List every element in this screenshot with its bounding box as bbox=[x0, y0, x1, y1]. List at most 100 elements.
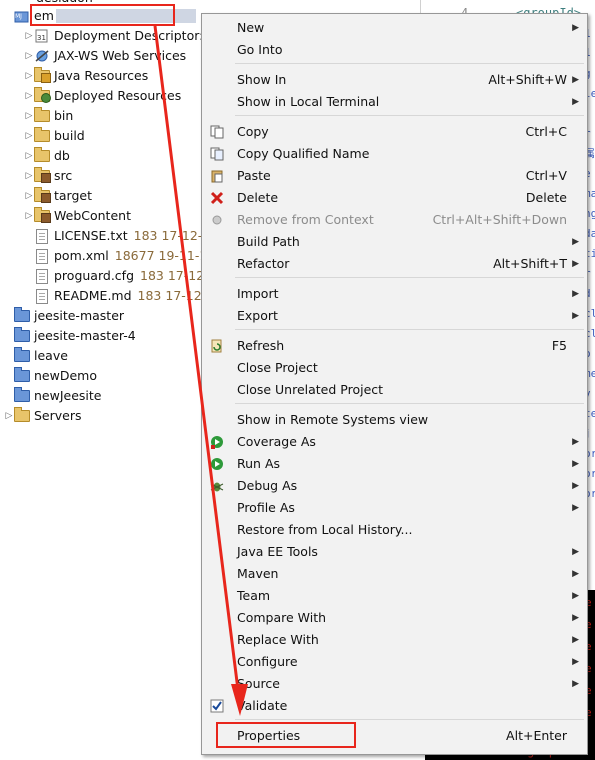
menu-item-replace-with[interactable]: Replace With ▶ bbox=[202, 629, 587, 651]
project-folder-icon bbox=[14, 327, 30, 343]
tree-item-label: bin bbox=[54, 108, 74, 123]
submenu-arrow-icon: ▶ bbox=[572, 481, 579, 491]
tree-item-label: db bbox=[54, 148, 70, 163]
tree-item[interactable]: ▷ db bbox=[24, 146, 70, 166]
svg-text:MJ: MJ bbox=[15, 13, 22, 20]
menu-item-compare-with[interactable]: Compare With ▶ bbox=[202, 607, 587, 629]
menu-item-show-in-local-terminal[interactable]: Show in Local Terminal ▶ bbox=[202, 91, 587, 113]
tree-item-servers[interactable]: ▷ Servers bbox=[4, 406, 82, 426]
menu-separator bbox=[235, 329, 584, 330]
paste-icon bbox=[209, 168, 225, 184]
menu-item-label: Restore from Local History... bbox=[237, 522, 413, 537]
menu-item-show-in-remote-systems-view[interactable]: Show in Remote Systems view bbox=[202, 409, 587, 431]
submenu-arrow-icon: ▶ bbox=[572, 437, 579, 447]
menu-item-import[interactable]: Import ▶ bbox=[202, 283, 587, 305]
expand-arrow-icon[interactable]: ▷ bbox=[24, 46, 34, 66]
submenu-arrow-icon: ▶ bbox=[572, 97, 579, 107]
tree-item[interactable]: ▷ bin bbox=[24, 106, 73, 126]
tree-item[interactable]: ▷ WebContent bbox=[24, 206, 131, 226]
menu-separator bbox=[235, 63, 584, 64]
expand-arrow-icon[interactable]: ▷ bbox=[24, 26, 34, 46]
tree-item-label: WebContent bbox=[54, 208, 131, 223]
menu-item-label: Import bbox=[237, 286, 279, 301]
menu-item-build-path[interactable]: Build Path ▶ bbox=[202, 231, 587, 253]
project-label: jeesite-master-4 bbox=[34, 328, 136, 343]
menu-item-label: Remove from Context bbox=[237, 212, 374, 227]
svg-text:31: 31 bbox=[37, 34, 46, 42]
menu-item-run-as[interactable]: Run As ▶ bbox=[202, 453, 587, 475]
submenu-arrow-icon: ▶ bbox=[572, 237, 579, 247]
menu-item-coverage-as[interactable]: Coverage As ▶ bbox=[202, 431, 587, 453]
menu-item-team[interactable]: Team ▶ bbox=[202, 585, 587, 607]
menu-item-label: Run As bbox=[237, 456, 281, 471]
menu-item-export[interactable]: Export ▶ bbox=[202, 305, 587, 327]
menu-item-label: Team bbox=[237, 588, 271, 603]
menu-item-label: Show in Remote Systems view bbox=[237, 412, 429, 427]
expand-arrow-icon[interactable]: ▷ bbox=[24, 166, 34, 186]
tree-item-project[interactable]: leave bbox=[14, 346, 68, 366]
menu-item-copy[interactable]: Copy Ctrl+C bbox=[202, 121, 587, 143]
menu-item-delete[interactable]: Delete Delete bbox=[202, 187, 587, 209]
tree-item-project[interactable]: jeesite-master-4 bbox=[14, 326, 136, 346]
expand-arrow-icon[interactable]: ▷ bbox=[24, 206, 34, 226]
folder-icon bbox=[34, 127, 50, 143]
debug-icon bbox=[209, 478, 225, 494]
menu-item-label: Java EE Tools bbox=[237, 544, 318, 559]
menu-item-close-unrelated-project[interactable]: Close Unrelated Project bbox=[202, 379, 587, 401]
menu-item-close-project[interactable]: Close Project bbox=[202, 357, 587, 379]
coverage-icon bbox=[209, 434, 225, 450]
menu-item-label: Go Into bbox=[237, 42, 283, 57]
expand-arrow-icon[interactable]: ▷ bbox=[24, 86, 34, 106]
menu-item-restore-from-local-history[interactable]: Restore from Local History... bbox=[202, 519, 587, 541]
project-folder-icon bbox=[14, 347, 30, 363]
menu-item-show-in[interactable]: Show In Alt+Shift+W ▶ bbox=[202, 69, 587, 91]
tree-item[interactable]: ▷ Java Resources bbox=[24, 66, 148, 86]
check-icon bbox=[209, 698, 225, 714]
tree-item-project[interactable]: newDemo bbox=[14, 366, 97, 386]
tree-item-project[interactable]: newJeesite bbox=[14, 386, 101, 406]
tree-item-project[interactable]: jeesite-master bbox=[14, 306, 124, 326]
tree-item[interactable]: proguard.cfg 183 17-12- bbox=[24, 266, 209, 286]
file-icon bbox=[34, 268, 50, 284]
menu-item-debug-as[interactable]: Debug As ▶ bbox=[202, 475, 587, 497]
servers-label: Servers bbox=[34, 408, 82, 423]
menu-item-label: Delete bbox=[237, 190, 279, 205]
menu-item-configure[interactable]: Configure ▶ bbox=[202, 651, 587, 673]
expand-arrow-icon[interactable]: ▷ bbox=[4, 406, 14, 426]
menu-item-paste[interactable]: Paste Ctrl+V bbox=[202, 165, 587, 187]
tree-item[interactable]: LICENSE.txt 183 17-12-26 bbox=[24, 226, 218, 246]
tree-item[interactable]: ▷ src bbox=[24, 166, 72, 186]
submenu-arrow-icon: ▶ bbox=[572, 311, 579, 321]
tree-item[interactable]: ▷ target bbox=[24, 186, 92, 206]
menu-separator bbox=[235, 719, 584, 720]
tree-item-label: build bbox=[54, 128, 85, 143]
expand-arrow-icon[interactable]: ▷ bbox=[24, 146, 34, 166]
menu-item-validate[interactable]: Validate bbox=[202, 695, 587, 717]
expand-arrow-icon[interactable]: ▷ bbox=[24, 66, 34, 86]
menu-item-go-into[interactable]: Go Into bbox=[202, 39, 587, 61]
tree-item[interactable]: ▷ Deployed Resources bbox=[24, 86, 181, 106]
tree-item[interactable]: pom.xml 18677 19-11-14 bbox=[24, 246, 215, 266]
menu-item-label: Close Project bbox=[237, 360, 318, 375]
menu-item-new[interactable]: New ▶ bbox=[202, 17, 587, 39]
menu-item-shortcut: Ctrl+V bbox=[525, 168, 567, 183]
menu-item-java-ee-tools[interactable]: Java EE Tools ▶ bbox=[202, 541, 587, 563]
menu-item-refactor[interactable]: Refactor Alt+Shift+T ▶ bbox=[202, 253, 587, 275]
menu-item-maven[interactable]: Maven ▶ bbox=[202, 563, 587, 585]
menu-item-profile-as[interactable]: Profile As ▶ bbox=[202, 497, 587, 519]
expand-arrow-icon[interactable]: ▷ bbox=[24, 126, 34, 146]
menu-separator bbox=[235, 277, 584, 278]
tree-item-label: src bbox=[54, 168, 73, 183]
menu-item-shortcut: Alt+Shift+W bbox=[488, 72, 567, 87]
tree-item[interactable]: ▷ 31 Deployment Descriptor: e bbox=[24, 26, 216, 46]
expand-arrow-icon[interactable]: ▷ bbox=[24, 106, 34, 126]
tree-item[interactable]: ▷ build bbox=[24, 126, 85, 146]
menu-item-refresh[interactable]: Refresh F5 bbox=[202, 335, 587, 357]
tree-item[interactable]: ▷ JAX-WS Web Services bbox=[24, 46, 187, 66]
menu-item-source[interactable]: Source ▶ bbox=[202, 673, 587, 695]
tree-item-label: Deployed Resources bbox=[54, 88, 182, 103]
menu-item-copy-qualified-name[interactable]: Copy Qualified Name bbox=[202, 143, 587, 165]
folder-icon bbox=[34, 167, 51, 183]
expand-arrow-icon[interactable]: ▷ bbox=[24, 186, 34, 206]
tree-item[interactable]: README.md 183 17-12-2 bbox=[24, 286, 214, 306]
